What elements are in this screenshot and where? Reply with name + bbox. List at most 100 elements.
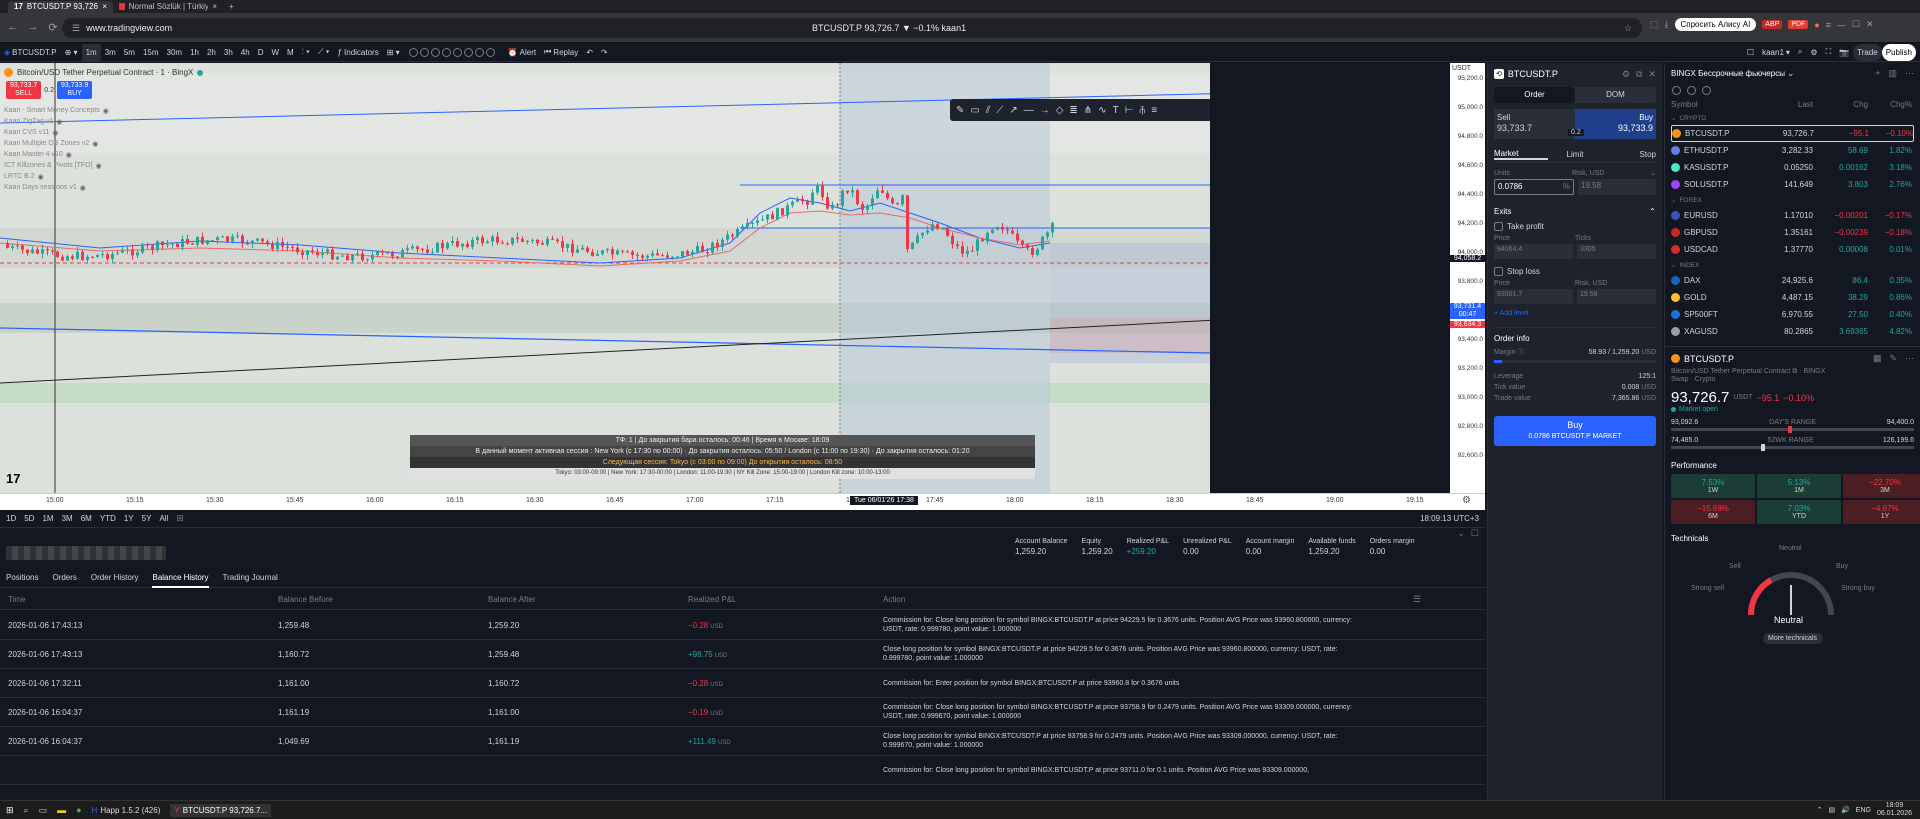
indicator-legend-item[interactable]: Kaan Days sessions v1 ◉ bbox=[4, 182, 109, 193]
indicator-legend-item[interactable]: Kaan Multiple OB Zones v2 ◉ bbox=[4, 138, 109, 149]
tab-order-history[interactable]: Order History bbox=[91, 568, 139, 588]
undo-button[interactable]: ↶ bbox=[582, 44, 597, 61]
chart-canvas[interactable]: Bitcoin/USD Tether Perpetual Contract · … bbox=[0, 63, 1210, 510]
windows-start-icon[interactable]: ⊞ bbox=[6, 805, 14, 816]
clock[interactable]: 18:09 06.01.2026 bbox=[1877, 802, 1912, 818]
eye-icon[interactable]: ◉ bbox=[38, 173, 44, 181]
shortcut-circle-icon[interactable] bbox=[463, 47, 473, 57]
table-row[interactable]: 2026-01-06 16:04:37 1,161.19 1,161.00 −0.19… bbox=[0, 698, 1485, 727]
sl-price-input[interactable]: 93501.7 bbox=[1494, 289, 1573, 304]
account-button[interactable]: kaan1 ▾ bbox=[1758, 44, 1794, 61]
shortcut-circle-icon[interactable] bbox=[441, 47, 451, 57]
settings-icon[interactable]: ⚙ bbox=[1622, 69, 1630, 80]
section-header[interactable]: ⌄ CRYPTO bbox=[1671, 111, 1914, 125]
timeframe-button[interactable]: M bbox=[283, 44, 298, 61]
eye-icon[interactable]: ◉ bbox=[80, 184, 86, 192]
pdf-icon[interactable]: PDF bbox=[1788, 20, 1809, 29]
chevron-up-icon[interactable]: ⌃ bbox=[1649, 207, 1656, 216]
chevron-down-icon[interactable]: ⌄ bbox=[1650, 169, 1656, 177]
tab-positions[interactable]: Positions bbox=[6, 568, 38, 588]
indicators-button[interactable]: ƒ Indicators bbox=[334, 44, 383, 61]
units-input[interactable]: 0.0786% bbox=[1494, 179, 1574, 195]
performance-cell[interactable]: −4.67% 1Y bbox=[1843, 500, 1920, 524]
new-tab-button[interactable]: + bbox=[223, 1, 240, 13]
tab-trading-journal[interactable]: Trading Journal bbox=[223, 568, 278, 588]
shortcut-circle-icon[interactable] bbox=[474, 47, 484, 57]
text-icon[interactable]: T bbox=[1113, 105, 1119, 116]
back-icon[interactable]: ← bbox=[4, 18, 22, 36]
watchlist-item[interactable]: EURUSD 1.17010 −0.00201 −0.17% bbox=[1671, 207, 1914, 224]
shortcut-circle-icon[interactable] bbox=[419, 47, 429, 57]
timeframe-button[interactable]: 3m bbox=[101, 44, 120, 61]
chart-style-button[interactable]: ⟋ ▾ bbox=[314, 44, 334, 61]
watchlist-item[interactable]: SOLUSDT.P 141.649 3.803 2.76% bbox=[1671, 176, 1914, 193]
watchlist-item[interactable]: KASUSDT.P 0.05250 0.00162 3.18% bbox=[1671, 159, 1914, 176]
tab-orders[interactable]: Orders bbox=[52, 568, 76, 588]
timeframe-button[interactable]: 15m bbox=[139, 44, 163, 61]
close-icon[interactable]: ✕ bbox=[1648, 69, 1656, 80]
abp-icon[interactable]: ABP bbox=[1762, 20, 1783, 29]
chart-svg[interactable] bbox=[0, 63, 1210, 493]
taskbar-app[interactable]: H Happ 1.5.2 (426) bbox=[92, 806, 161, 815]
brush-icon[interactable]: ✎ bbox=[956, 105, 964, 116]
chart-settings-icon[interactable]: ⚙ bbox=[1462, 495, 1471, 506]
currency-selector[interactable]: USDT bbox=[1450, 63, 1485, 74]
sl-checkbox[interactable] bbox=[1494, 267, 1503, 276]
buy-market-button[interactable]: Buy 0.0786 BTCUSDT.P MARKET bbox=[1494, 416, 1656, 446]
eye-icon[interactable]: ◉ bbox=[96, 162, 102, 170]
watchlist-item[interactable]: USDCAD 1.37770 0.00008 0.01% bbox=[1671, 241, 1914, 258]
task-view-icon[interactable]: ▭ bbox=[39, 805, 48, 816]
range-button[interactable]: All bbox=[159, 514, 168, 523]
time-axis[interactable]: 15:00 15:15 15:30 15:45 16:00 16:15 16:30 16:45… bbox=[0, 493, 1485, 510]
pitchfork-icon[interactable]: ⫚ bbox=[1139, 105, 1145, 116]
add-level-link[interactable]: + Add level bbox=[1494, 310, 1656, 317]
redo-button[interactable]: ↷ bbox=[597, 44, 612, 61]
timeframe-button[interactable]: 3h bbox=[220, 44, 237, 61]
compare-button[interactable]: ⊕ ▾ bbox=[61, 44, 82, 61]
tab-limit[interactable]: Limit bbox=[1548, 150, 1602, 159]
range-button[interactable]: 3M bbox=[62, 514, 73, 523]
watchlist-item[interactable]: XAGUSD 80.2865 3.69365 4.82% bbox=[1671, 323, 1914, 340]
indicator-legend-item[interactable]: Kaan CVS v11 ◉ bbox=[4, 127, 109, 138]
templates-button[interactable]: ⊞ ▾ bbox=[383, 44, 404, 61]
sell-quick-button[interactable]: 93,733.7 SELL bbox=[6, 81, 42, 99]
path-icon[interactable]: ∿ bbox=[1098, 105, 1106, 116]
eye-icon[interactable]: ◉ bbox=[52, 129, 58, 137]
shortcut-circle-icon[interactable] bbox=[408, 47, 418, 57]
sl-risk-input[interactable]: 19.58 bbox=[1577, 289, 1656, 304]
trendline-icon[interactable]: ⟋ bbox=[996, 105, 1003, 116]
tab-dom[interactable]: DOM bbox=[1575, 87, 1656, 103]
timeframe-button[interactable]: 30m bbox=[163, 44, 187, 61]
risk-input[interactable]: 19.58 bbox=[1578, 179, 1656, 195]
menu-icon[interactable]: ≡ bbox=[1826, 20, 1831, 30]
range-button[interactable]: 6M bbox=[81, 514, 92, 523]
price-axis[interactable]: USDT 95,200.0 95,000.0 94,800.0 94,600.0 94,… bbox=[1450, 63, 1485, 510]
grid-icon[interactable]: ▦ bbox=[1873, 353, 1882, 364]
forward-icon[interactable]: → bbox=[24, 18, 42, 36]
indicator-legend-item[interactable]: Kaan ZigZag v1 ◉ bbox=[4, 116, 109, 127]
symbol-search-button[interactable]: ◈ BTCUSDT.P bbox=[0, 44, 61, 61]
more-icon[interactable]: ⋯ bbox=[1905, 68, 1914, 79]
external-link-icon[interactable]: ⧉ bbox=[1792, 368, 1797, 375]
layout-icon[interactable]: ▥ bbox=[1888, 68, 1897, 79]
layout-button[interactable]: ☐ bbox=[1743, 44, 1758, 61]
sell-side-button[interactable]: Sell 93,733.7 bbox=[1494, 109, 1575, 139]
bookmark-icon[interactable]: ☆ bbox=[1624, 23, 1632, 34]
alice-button[interactable]: Спросить Алису AI bbox=[1674, 18, 1757, 31]
performance-cell[interactable]: 5.13% 1M bbox=[1757, 474, 1841, 498]
timeframe-button[interactable]: 1m bbox=[81, 43, 101, 61]
chart-type-button[interactable]: ⫶ ▾ bbox=[298, 44, 314, 61]
edit-icon[interactable]: ✎ bbox=[1889, 353, 1897, 364]
vpn-icon[interactable]: ● bbox=[1814, 20, 1819, 30]
browser-tab[interactable]: Normal Sözlük | Türkiye'n... × bbox=[113, 1, 223, 13]
buy-side-button[interactable]: Buy 93,733.9 bbox=[1575, 109, 1656, 139]
filter-icon[interactable] bbox=[1672, 85, 1681, 95]
table-row[interactable]: 2026-01-06 16:04:37 1,049.69 1,161.19 +111.… bbox=[0, 727, 1485, 756]
channel-icon[interactable]: ⫽ bbox=[986, 105, 990, 116]
performance-cell[interactable]: −22.70% 3M bbox=[1843, 474, 1920, 498]
alert-button[interactable]: ⏰ Alert bbox=[504, 44, 540, 61]
maximize-panel-icon[interactable]: ☐ bbox=[1471, 528, 1479, 539]
range-button[interactable]: 1D bbox=[6, 514, 16, 523]
timeframe-button[interactable]: 5m bbox=[120, 44, 139, 61]
close-icon[interactable]: × bbox=[102, 2, 107, 11]
